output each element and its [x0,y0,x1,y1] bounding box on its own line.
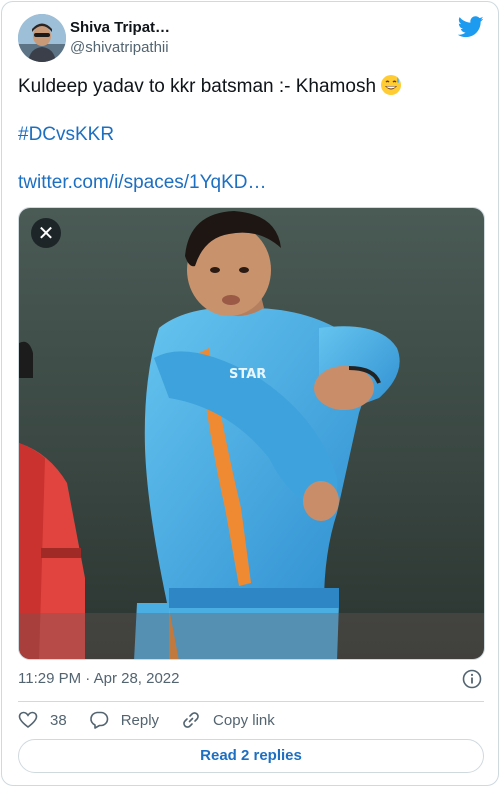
tweet-line-1: Kuldeep yadav to kkr batsman :- Khamosh [18,74,484,100]
author-name[interactable]: Shiva Tripat… [70,19,170,36]
tweet-text: Kuldeep yadav to kkr batsman :- Khamosh … [18,74,484,196]
close-icon[interactable]: ✕ [31,218,61,248]
tweet-body-text: Kuldeep yadav to kkr batsman :- Khamosh [18,76,377,97]
divider [18,701,484,702]
info-icon[interactable] [462,669,482,689]
author-avatar[interactable] [18,14,66,62]
author-handle[interactable]: @shivatripathii [70,39,169,56]
avatar-image [18,14,66,62]
svg-text:STAR: STAR [229,367,266,382]
reply-label: Reply [120,711,160,729]
heart-icon [18,711,38,729]
tweet-actions: 38 Reply Copy link [18,709,297,731]
hashtag-link[interactable]: #DCvsKKR [18,122,484,148]
like-count: 38 [50,711,67,729]
tweet-card: Shiva Tripat… @shivatripathii Kuldeep ya… [1,1,499,786]
like-button[interactable]: 38 [18,710,67,730]
copy-link-button[interactable]: Copy link [181,710,275,730]
grinning-face-with-sweat-emoji [381,75,402,95]
read-replies-button[interactable]: Read 2 replies [18,739,484,773]
tweet-timestamp[interactable]: 11:29 PM · Apr 28, 2022 [18,670,180,687]
copy-link-label: Copy link [213,711,275,729]
link-icon [183,712,199,728]
spaces-link[interactable]: twitter.com/i/spaces/1YqKD… [18,170,484,196]
reply-button[interactable]: Reply [89,710,159,730]
photo-of-cricket-bowler: STAR [19,208,484,659]
reply-icon [89,711,108,729]
tweet-media[interactable]: STAR ✕ [18,207,485,660]
twitter-bird-icon[interactable] [458,16,484,38]
